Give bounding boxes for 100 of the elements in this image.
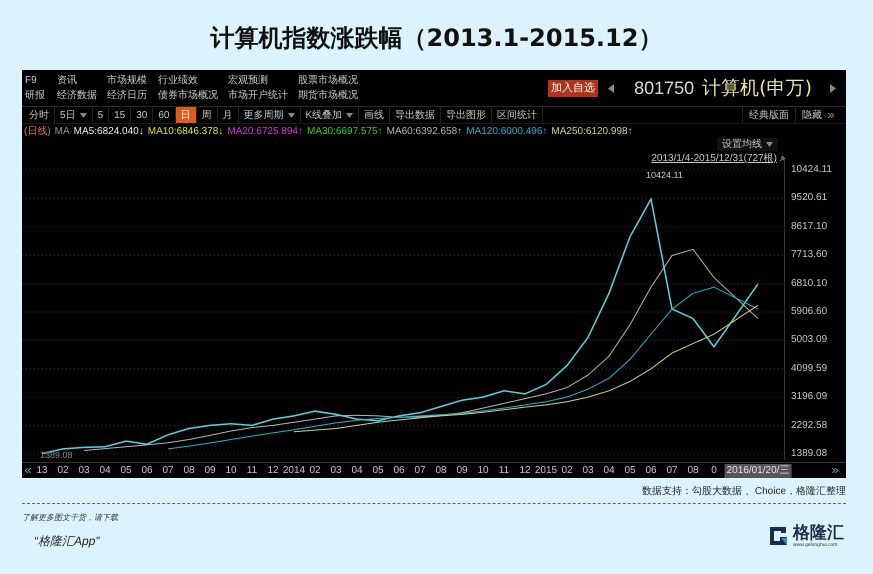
caret-icon (766, 142, 773, 147)
menu-item[interactable]: 经济日历 (107, 89, 158, 102)
x-axis-label: 06 (393, 464, 405, 478)
x-axis-label: 05 (120, 464, 132, 478)
x-axis-label: 2015 (534, 464, 558, 478)
y-axis-label: 6810.10 (791, 278, 828, 290)
layout-button[interactable]: 隐藏 (795, 107, 828, 123)
period-tab[interactable]: 区间统计 (492, 107, 544, 123)
x-axis-label: 07 (162, 464, 174, 478)
y-axis-label: 1389.08 (791, 448, 828, 460)
data-source-note: 数据支持：勾股大数据 、Choice，格隆汇整理 (642, 484, 846, 499)
y-axis-label: 5003.09 (791, 334, 828, 346)
layout-button[interactable]: 经典版面 (742, 107, 795, 123)
ma-legend-item: MA60:6392.658↑ (386, 124, 462, 138)
scroll-right-icon[interactable] (832, 468, 838, 473)
x-axis-label: 02 (309, 464, 321, 478)
period-tab[interactable]: 画线 (359, 107, 390, 123)
period-tab[interactable]: K线叠加 (300, 107, 360, 123)
x-axis-label: 04 (603, 464, 615, 478)
next-arrow-icon[interactable] (830, 84, 836, 92)
period-tab[interactable]: 30 (131, 107, 154, 123)
menu-item[interactable]: 资讯 (57, 74, 107, 87)
stock-name: 计算机(申万) (702, 76, 812, 101)
date-range-link[interactable]: 2013/1/4-2015/12/31(727根) (651, 151, 777, 166)
stock-code: 801750 (634, 76, 694, 100)
peak-label: 10424.11 (646, 169, 683, 182)
x-axis-label: 08 (687, 464, 699, 478)
scroll-left-icon[interactable] (25, 468, 31, 472)
logo-icon (768, 525, 790, 547)
page-title: 计算机指数涨跌幅（2013.1-2015.12） (210, 23, 662, 54)
ma-legend-item: MA (54, 124, 70, 138)
x-axis-label: 11 (246, 464, 258, 478)
x-axis-label: 12 (267, 464, 279, 478)
menu-item[interactable]: 债券市场概况 (158, 89, 228, 102)
prev-arrow-icon[interactable] (608, 84, 614, 92)
y-axis-label: 8617.10 (791, 220, 828, 233)
x-axis-label: 2014 (282, 464, 306, 478)
period-tab[interactable]: 5日 (55, 107, 93, 123)
x-axis-label: 11 (498, 464, 510, 478)
ma-settings-dropdown[interactable]: 设置均线 (717, 138, 778, 151)
y-axis-label: 10424.11 (791, 164, 832, 176)
ma-legend-item: (日线) (24, 124, 51, 138)
x-axis-label: 05 (624, 464, 636, 478)
x-axis-label: 06 (141, 464, 153, 478)
double-arrow-icon[interactable] (828, 112, 834, 118)
period-tab[interactable]: 分时 (24, 107, 55, 123)
x-axis-label: 07 (414, 464, 426, 478)
cursor-date-label: 2016/01/20/三 (724, 464, 792, 478)
ma-legend-item: MA120:6000.496↑ (466, 124, 548, 138)
add-watchlist-button[interactable]: 加入自选 (548, 80, 598, 96)
ma-legend-item: MA30:6697.575↑ (306, 124, 383, 138)
download-note: 了解更多图文干货，请下载 (22, 512, 118, 524)
x-axis-label: 0 (711, 464, 717, 478)
x-axis-label: 13 (36, 464, 48, 478)
x-axis-label: 02 (57, 464, 69, 478)
menu-item[interactable]: 研报 (25, 89, 57, 102)
y-axis-label: 9520.61 (791, 192, 828, 204)
x-axis-label: 03 (582, 464, 594, 478)
menu-item[interactable]: 市场规模 (107, 74, 158, 87)
period-tab[interactable]: 5 (92, 107, 110, 123)
y-axis-label: 4099.59 (791, 362, 828, 375)
period-tab[interactable]: 导出数据 (390, 107, 442, 123)
ma-legend-item: MA5:6824.040↓ (74, 124, 144, 138)
y-axis-label: 3196.09 (791, 391, 828, 404)
ma-legend-item: MA250:6120.998↑ (551, 124, 633, 138)
period-tab[interactable]: 15 (109, 107, 132, 123)
period-tab[interactable]: 更多周期 (238, 107, 300, 123)
pin-icon[interactable] (779, 155, 786, 162)
menu-item[interactable]: 股票市场概况 (298, 74, 378, 87)
low-label: 1389.08 (40, 449, 73, 462)
x-axis-label: 05 (372, 464, 384, 478)
ma-legend-item: MA20:6725.894↑ (227, 124, 303, 138)
x-axis-label: 06 (645, 464, 657, 478)
x-axis-label: 03 (330, 464, 342, 478)
x-axis-label: 08 (435, 464, 447, 478)
menu-item[interactable]: 市场开户统计 (228, 89, 298, 102)
period-tab[interactable]: 周 (196, 107, 218, 123)
x-axis-label: 12 (519, 464, 531, 478)
x-axis-label: 10 (225, 464, 237, 478)
menu-item[interactable]: 经济数据 (57, 89, 107, 102)
x-axis-label: 09 (456, 464, 468, 478)
x-axis-label: 04 (99, 464, 111, 478)
menu-item[interactable]: 期货市场概况 (298, 89, 378, 102)
y-axis-label: 5906.60 (791, 306, 828, 318)
period-tab[interactable]: 月 (218, 107, 238, 123)
x-axis-label: 09 (204, 464, 216, 478)
x-axis-label: 02 (561, 464, 573, 478)
x-axis-label: 04 (351, 464, 363, 478)
menu-item[interactable]: F9 (25, 74, 57, 87)
y-axis-label: 7713.60 (791, 249, 828, 262)
logo-name: 格隆汇 (793, 524, 844, 542)
app-name: “格隆汇App” (34, 533, 101, 550)
period-tab[interactable]: 日 (176, 107, 196, 123)
period-tab[interactable]: 导出图形 (441, 107, 492, 123)
ma-legend-item: MA10:6846.378↓ (148, 124, 224, 138)
menu-item[interactable]: 宏观预测 (228, 74, 298, 87)
x-axis-label: 07 (666, 464, 678, 478)
x-axis-label: 10 (477, 464, 489, 478)
menu-item[interactable]: 行业绩效 (158, 74, 228, 87)
x-axis-label: 08 (183, 464, 195, 478)
